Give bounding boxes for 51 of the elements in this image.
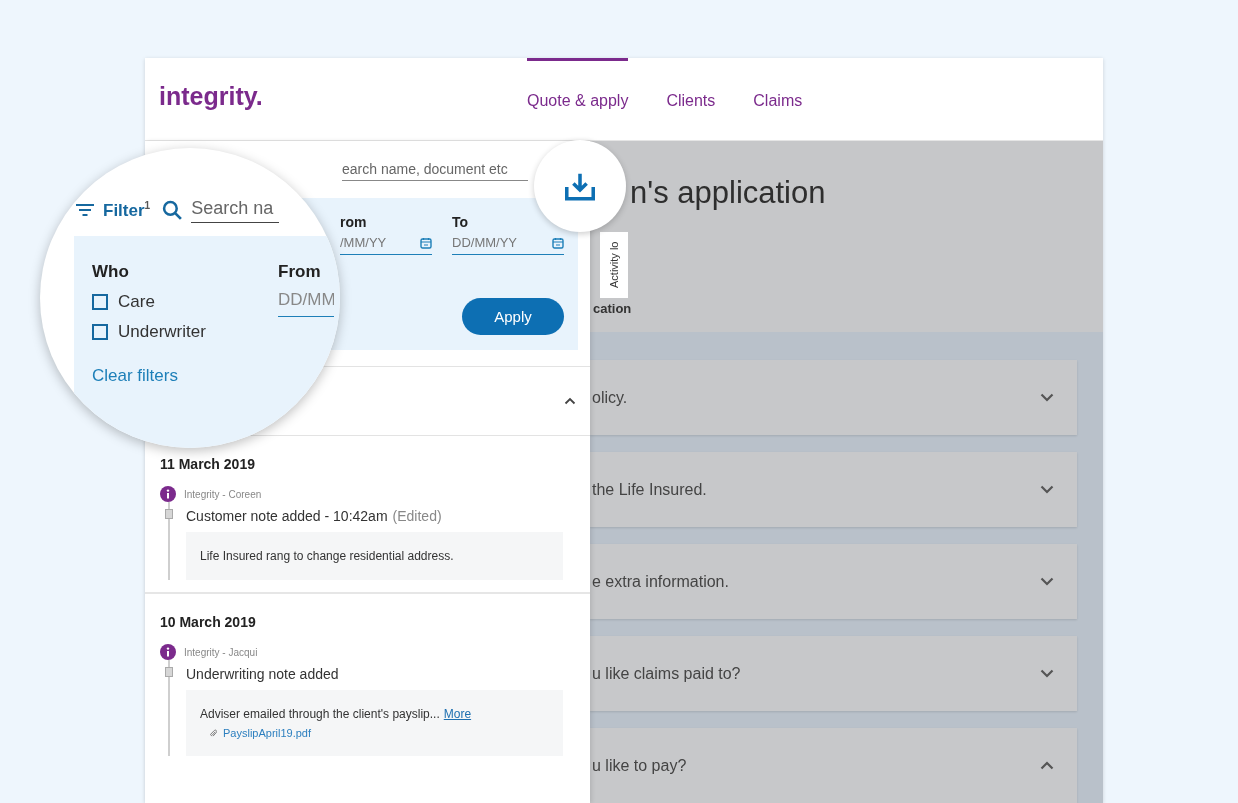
field-label: rom: [340, 214, 368, 230]
checkbox-option[interactable]: Care: [92, 292, 238, 312]
clear-filters-link[interactable]: Clear filters: [92, 366, 340, 386]
checkbox[interactable]: [92, 324, 108, 340]
accordion-title: e extra information.: [592, 572, 729, 591]
accordion-row[interactable]: u like to pay?: [590, 728, 1077, 803]
accordion-title: olicy.: [592, 388, 628, 407]
note-text: Adviser emailed through the client's payslip...: [200, 707, 440, 721]
note-text: Life Insured rang to change residential address.: [200, 549, 454, 563]
attachment-link[interactable]: PayslipApril19.pdf: [223, 727, 312, 739]
accordion-row[interactable]: olicy.: [590, 360, 1077, 435]
accordion-title: the Life Insured.: [592, 480, 707, 499]
filter-button[interactable]: Filter$^{1}$: [103, 199, 151, 221]
entry-title: Underwriting note added: [186, 666, 339, 682]
entry-author: Integrity - Coreen: [184, 488, 262, 500]
info-icon: [160, 644, 176, 660]
activity-log-tab[interactable]: Activity lo: [600, 232, 628, 298]
date-field[interactable]: DD/MM: [278, 290, 334, 317]
field-label: From: [278, 262, 322, 282]
checkbox-option[interactable]: Underwriter: [92, 322, 238, 342]
search-field[interactable]: earch name, document etc: [342, 161, 528, 181]
entry-title: Customer note added - 10:42am: [186, 508, 388, 524]
page-subtab[interactable]: cation: [593, 301, 1103, 316]
nav-tab[interactable]: Claims: [753, 58, 803, 140]
date-field[interactable]: /MM/YY: [340, 235, 420, 250]
entry-date: 10 March 2019: [160, 614, 257, 630]
field-label: To: [452, 214, 470, 230]
accordion-title: u like to pay?: [592, 756, 687, 775]
filter-icon: [75, 203, 95, 217]
info-icon: [160, 486, 176, 502]
checkbox[interactable]: [92, 294, 108, 310]
accordion-row[interactable]: e extra information.: [590, 544, 1077, 619]
more-link[interactable]: More: [443, 707, 472, 721]
edited-label: (Edited): [392, 508, 442, 524]
date-field[interactable]: DD/MM/YY: [452, 235, 552, 250]
download-icon: [565, 171, 595, 201]
apply-button[interactable]: Apply: [462, 298, 564, 335]
search-icon: [162, 199, 184, 221]
entry-author: Integrity - Jacqui: [184, 646, 258, 658]
paperclip-icon: [210, 728, 217, 738]
accordion-row[interactable]: u like claims paid to?: [590, 636, 1077, 711]
nav-tab[interactable]: Clients: [666, 58, 716, 140]
page-title: n's application: [630, 175, 827, 211]
calendar-icon: [552, 236, 564, 249]
accordion-title: u like claims paid to?: [592, 664, 741, 683]
search-field[interactable]: Search na: [191, 197, 280, 223]
accordion-row[interactable]: the Life Insured.: [590, 452, 1077, 527]
entry-date: 11 March 2019: [160, 456, 256, 472]
logo: integrity.: [158, 81, 264, 112]
calendar-icon: [420, 236, 432, 249]
field-label: Who: [92, 262, 130, 282]
